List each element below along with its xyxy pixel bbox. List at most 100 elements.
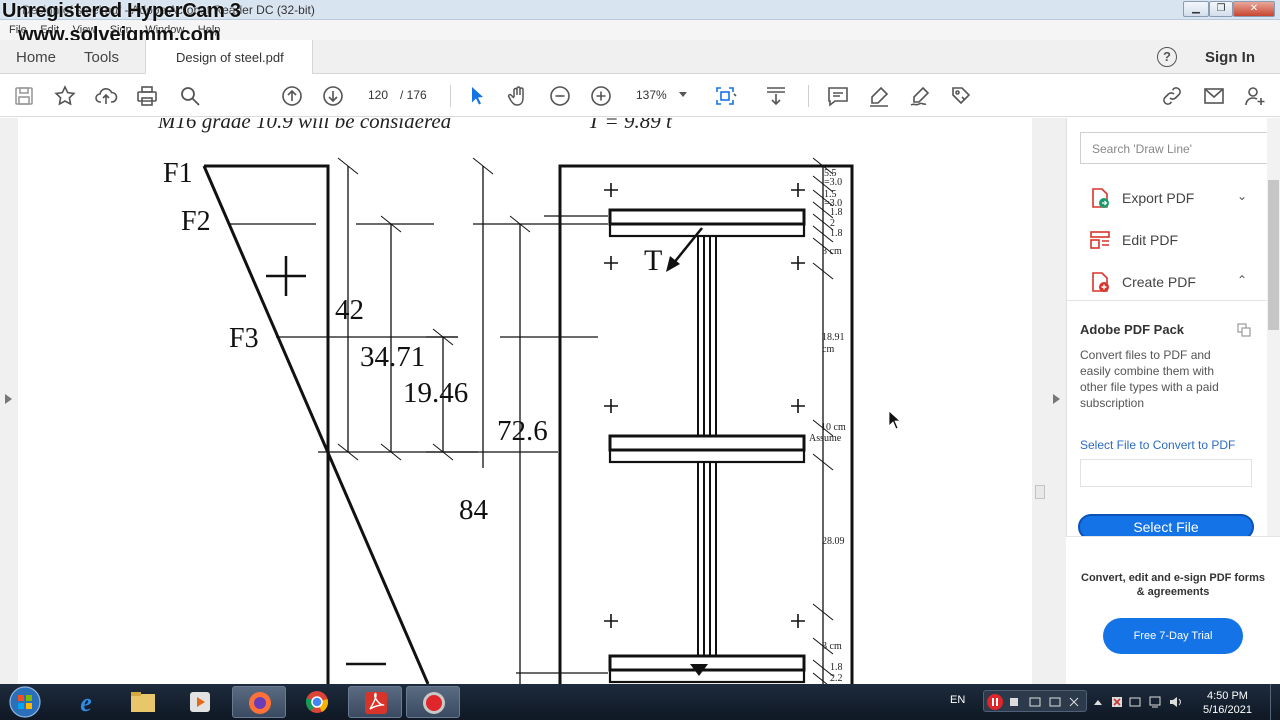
export-pdf-icon xyxy=(1092,188,1109,208)
page-down-icon[interactable] xyxy=(321,84,345,108)
highlight-pen-icon[interactable] xyxy=(867,84,891,108)
hypercam-icon[interactable] xyxy=(406,686,460,718)
add-user-icon[interactable] xyxy=(1243,84,1267,108)
share-tag-icon[interactable] xyxy=(949,84,973,108)
edit-pdf-label: Edit PDF xyxy=(1122,232,1179,248)
upload-cloud-icon[interactable] xyxy=(94,84,118,108)
chevron-right-icon xyxy=(1053,394,1060,404)
hand-icon[interactable] xyxy=(506,84,530,108)
doc-header-text: M16 grade 10.9 will be considered xyxy=(157,118,452,133)
edit-pdf-item[interactable]: Edit PDF xyxy=(1089,226,1259,254)
side-dim: Assume xyxy=(809,433,842,444)
toolbar-divider xyxy=(450,85,451,107)
edit-pdf-icon xyxy=(1090,231,1110,249)
sign-in-link[interactable]: Sign In xyxy=(1205,49,1255,66)
save-icon[interactable] xyxy=(12,84,36,108)
windows-start-icon[interactable] xyxy=(6,685,44,719)
find-icon[interactable] xyxy=(178,84,202,108)
clock-date: 5/16/2021 xyxy=(1203,704,1252,716)
mouse-cursor-icon xyxy=(888,410,902,430)
create-pdf-item[interactable]: Create PDF ⌃ xyxy=(1089,268,1259,296)
select-arrow-icon[interactable] xyxy=(465,84,489,108)
side-dim: 1.8 xyxy=(830,662,843,673)
side-dim: 3 cm xyxy=(822,246,842,257)
tab-bar: Home Tools Design of steel.pdf ? Sign In xyxy=(0,40,1280,74)
language-indicator[interactable]: EN xyxy=(950,694,965,706)
side-dim: 2.2 xyxy=(830,673,843,684)
label-f2: F2 xyxy=(181,206,211,237)
create-pdf-icon xyxy=(1092,272,1109,292)
chrome-icon[interactable] xyxy=(290,686,344,718)
copy-icon[interactable] xyxy=(1237,323,1251,337)
promo-section: Convert, edit and e-sign PDF forms & agr… xyxy=(1066,536,1280,684)
svg-text:e: e xyxy=(80,688,92,717)
label-f1: F1 xyxy=(163,158,193,189)
side-dim: 3 cm xyxy=(822,641,842,652)
acrobat-icon[interactable] xyxy=(348,686,402,718)
maximize-button[interactable]: ❐ xyxy=(1209,1,1233,17)
file-explorer-icon[interactable] xyxy=(116,686,170,718)
close-button[interactable]: ✕ xyxy=(1233,1,1275,17)
right-collapse-gutter[interactable] xyxy=(1048,118,1066,684)
side-dim: 10 cm xyxy=(821,422,846,433)
sign-icon[interactable] xyxy=(908,84,932,108)
dim-34-71: 34.71 xyxy=(360,341,425,373)
pane-scroll-thumb[interactable] xyxy=(1268,180,1279,330)
pdf-page-view[interactable]: M16 grade 10.9 will be considered T = 9.… xyxy=(18,118,1032,684)
help-icon[interactable]: ? xyxy=(1157,47,1177,67)
export-pdf-item[interactable]: Export PDF ⌄ xyxy=(1089,184,1259,212)
free-trial-button[interactable]: Free 7-Day Trial xyxy=(1103,618,1243,654)
dim-72-6: 72.6 xyxy=(497,415,548,447)
internet-explorer-icon[interactable]: e xyxy=(59,686,113,718)
zoom-select[interactable]: 137% xyxy=(628,85,692,105)
bookmark-star-icon[interactable] xyxy=(53,84,77,108)
side-dim: 1.8 xyxy=(830,228,843,239)
toolbar-divider xyxy=(808,85,809,107)
tab-home[interactable]: Home xyxy=(16,49,56,66)
scroll-mode-icon[interactable] xyxy=(764,84,788,108)
chevron-up-icon: ⌃ xyxy=(1237,273,1248,287)
side-dim: 28.09 xyxy=(822,536,845,547)
recorder-watermark: Unregistered HyperCam 3 xyxy=(2,0,241,22)
system-tray-icons[interactable] xyxy=(1094,695,1214,709)
tools-search-input[interactable]: Search 'Draw Line' xyxy=(1080,132,1268,164)
zoom-in-icon[interactable] xyxy=(589,84,613,108)
print-icon[interactable] xyxy=(135,84,159,108)
clock[interactable]: 4:50 PM 5/16/2021 xyxy=(1203,689,1252,717)
email-icon[interactable] xyxy=(1202,84,1226,108)
tab-document-label: Design of steel.pdf xyxy=(176,50,284,65)
select-file-label: Select File to Convert to PDF xyxy=(1080,438,1236,452)
firefox-icon[interactable] xyxy=(232,686,286,718)
dim-19-46: 19.46 xyxy=(403,377,468,409)
fit-page-icon[interactable] xyxy=(713,84,737,108)
side-dim: 1.8 xyxy=(830,207,843,218)
chevron-down-icon xyxy=(679,92,687,97)
windows-taskbar: e EN 4:50 PM 5/16/2021 xyxy=(0,684,1280,720)
link-share-icon[interactable] xyxy=(1160,84,1184,108)
zoom-value: 137% xyxy=(636,88,667,102)
file-drop-box[interactable] xyxy=(1080,459,1252,487)
steel-design-drawing: M16 grade 10.9 will be considered T = 9.… xyxy=(157,118,902,684)
show-desktop-button[interactable] xyxy=(1270,684,1280,720)
dim-42: 42 xyxy=(335,294,364,326)
label-f3: F3 xyxy=(229,323,259,354)
page-total: / 176 xyxy=(400,88,427,102)
promo-text: Convert, edit and e-sign PDF forms & agr… xyxy=(1081,572,1265,598)
chevron-down-icon: ⌄ xyxy=(1237,189,1248,203)
dim-84: 84 xyxy=(459,494,489,526)
tab-document[interactable]: Design of steel.pdf xyxy=(145,40,313,74)
page-number-input[interactable] xyxy=(358,85,398,105)
tab-tools[interactable]: Tools xyxy=(84,49,119,66)
comment-icon[interactable] xyxy=(826,84,850,108)
clock-time: 4:50 PM xyxy=(1206,690,1248,702)
minimize-button[interactable]: ▁ xyxy=(1183,1,1209,17)
page-up-icon[interactable] xyxy=(280,84,304,108)
zoom-out-icon[interactable] xyxy=(548,84,572,108)
left-collapse-gutter[interactable] xyxy=(0,118,18,684)
document-scrollbar[interactable] xyxy=(1032,118,1048,684)
media-player-icon[interactable] xyxy=(173,686,227,718)
document-scroll-thumb[interactable] xyxy=(1035,485,1045,499)
doc-header-formula: T = 9.89 t xyxy=(588,118,673,133)
pdf-pack-title: Adobe PDF Pack xyxy=(1080,322,1185,337)
recorder-controls[interactable] xyxy=(983,690,1087,712)
